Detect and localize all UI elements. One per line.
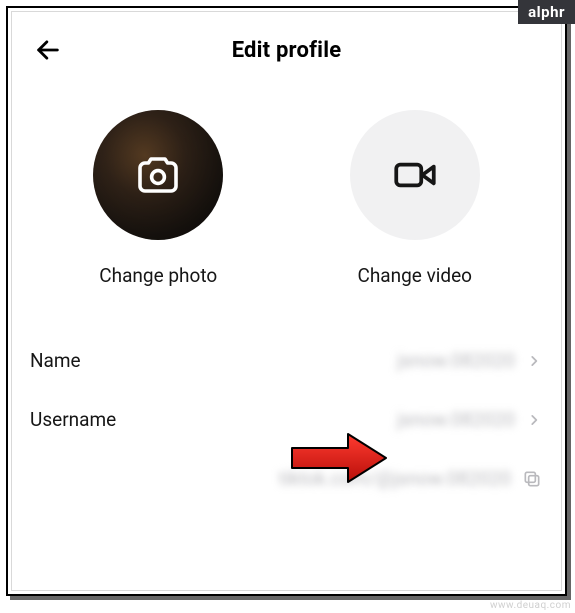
watermark: www.deuaq.com: [490, 600, 571, 611]
change-photo-block[interactable]: Change photo: [58, 110, 258, 287]
name-right: jsnow.082020: [397, 349, 543, 372]
chevron-right-icon: [525, 352, 543, 370]
camera-icon: [134, 151, 182, 199]
change-video-label: Change video: [357, 264, 472, 287]
video-icon: [390, 150, 440, 200]
copy-link-button[interactable]: [521, 468, 543, 490]
screen: Edit profile Change photo: [11, 11, 562, 591]
username-row[interactable]: Username jsnow.082020: [30, 390, 543, 449]
name-label: Name: [30, 349, 81, 372]
name-row[interactable]: Name jsnow.082020: [30, 331, 543, 390]
change-photo-label: Change photo: [99, 264, 217, 287]
username-label: Username: [30, 408, 116, 431]
username-right: jsnow.082020: [397, 408, 543, 431]
name-value: jsnow.082020: [397, 349, 515, 372]
header-bar: Edit profile: [30, 30, 543, 70]
profile-link-row: tiktok.com/@jsnow.082020: [30, 455, 543, 490]
arrow-left-icon: [34, 36, 62, 64]
media-row: Change photo Change video: [30, 110, 543, 287]
copy-icon: [522, 469, 542, 489]
chevron-right-icon: [525, 411, 543, 429]
change-video-block[interactable]: Change video: [315, 110, 515, 287]
video-placeholder: [350, 110, 480, 240]
profile-link-text: tiktok.com/@jsnow.082020: [279, 467, 511, 490]
username-value: jsnow.082020: [397, 408, 515, 431]
screenshot-frame: Edit profile Change photo: [6, 6, 567, 596]
avatar: [93, 110, 223, 240]
source-badge: alphr: [518, 0, 575, 24]
page-title: Edit profile: [232, 38, 342, 63]
back-button[interactable]: [30, 32, 66, 68]
